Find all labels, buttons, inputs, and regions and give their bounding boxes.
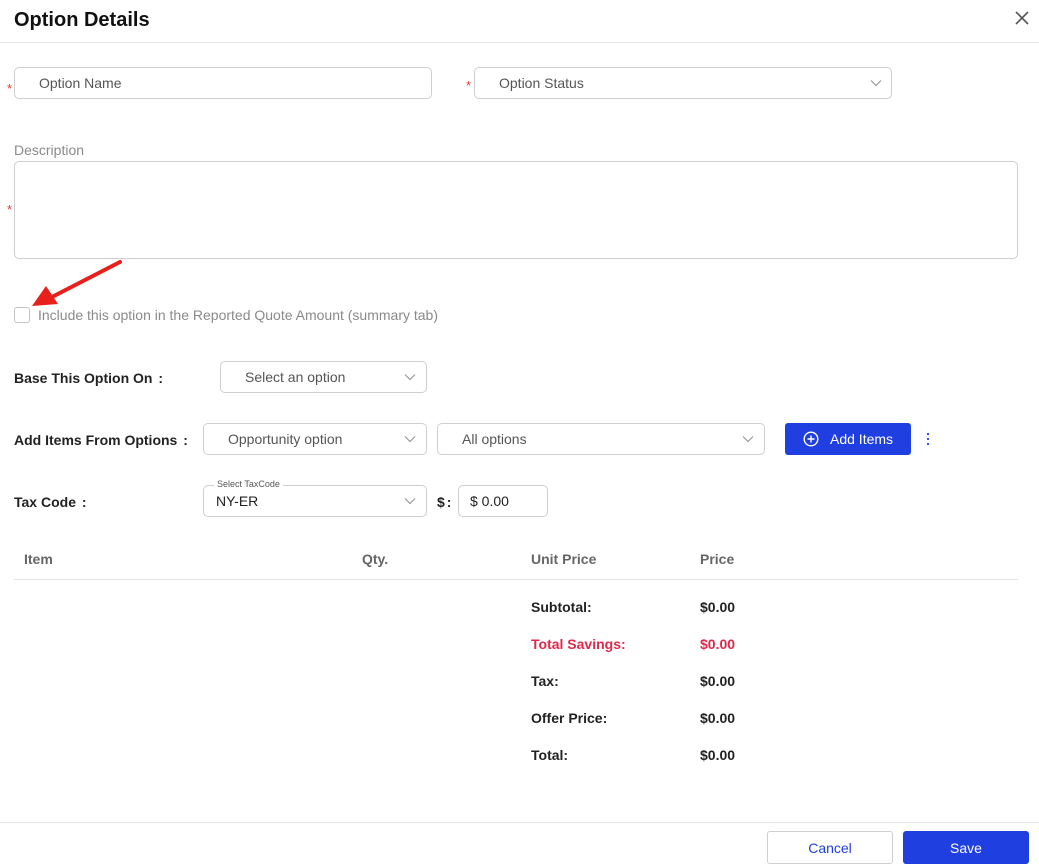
column-header-price: Price xyxy=(700,551,735,567)
column-header-item: Item xyxy=(24,551,53,567)
dialog-header: Option Details xyxy=(0,0,1039,43)
item-filter-value: All options xyxy=(462,431,527,447)
chevron-down-icon xyxy=(404,374,416,381)
required-mark: * xyxy=(7,81,13,96)
total-value: $0.00 xyxy=(700,747,736,763)
more-options-icon[interactable] xyxy=(924,432,932,446)
chevron-down-icon xyxy=(404,498,416,505)
tax-amount-value: $ 0.00 xyxy=(470,493,509,509)
offer-price-label: Offer Price: xyxy=(531,710,608,726)
description-textarea[interactable] xyxy=(14,161,1018,259)
item-source-value: Opportunity option xyxy=(228,431,343,447)
total-savings-label: Total Savings: xyxy=(531,636,626,652)
chevron-down-icon xyxy=(404,436,416,443)
tax-dollar-label: $: xyxy=(437,494,452,510)
base-option-select[interactable]: Select an option xyxy=(220,361,427,393)
tax-label: Tax: xyxy=(531,673,559,689)
base-option-label: Base This Option On : xyxy=(14,370,164,386)
close-icon[interactable] xyxy=(1012,8,1032,28)
plus-circle-icon xyxy=(803,431,819,447)
add-items-button-label: Add Items xyxy=(830,431,894,447)
add-items-label: Add Items From Options : xyxy=(14,432,188,448)
column-header-qty: Qty. xyxy=(362,551,389,567)
description-label: Description xyxy=(14,142,85,158)
item-source-select[interactable]: Opportunity option xyxy=(203,423,427,455)
subtotal-value: $0.00 xyxy=(700,599,736,615)
column-header-unit-price: Unit Price xyxy=(531,551,597,567)
item-filter-select[interactable]: All options xyxy=(437,423,765,455)
annotation-arrow-icon xyxy=(32,260,122,306)
table-divider xyxy=(14,579,1018,580)
tax-code-value: NY-ER xyxy=(216,493,259,509)
save-button[interactable]: Save xyxy=(903,831,1029,864)
required-mark: * xyxy=(466,78,472,93)
subtotal-label: Subtotal: xyxy=(531,599,592,615)
offer-price-value: $0.00 xyxy=(700,710,736,726)
total-label: Total: xyxy=(531,747,569,763)
cancel-button[interactable]: Cancel xyxy=(767,831,893,864)
tax-code-select[interactable]: Select TaxCode NY-ER xyxy=(203,479,427,517)
chevron-down-icon xyxy=(742,436,754,443)
option-status-placeholder: Option Status xyxy=(499,75,584,91)
option-name-placeholder: Option Name xyxy=(39,75,122,91)
dialog-title: Option Details xyxy=(14,9,150,31)
tax-value: $0.00 xyxy=(700,673,736,689)
tax-amount-input[interactable]: $ 0.00 xyxy=(458,485,548,517)
tax-code-floating-label: Select TaxCode xyxy=(214,479,283,489)
required-mark: * xyxy=(7,202,13,217)
option-status-select[interactable]: Option Status xyxy=(474,67,892,99)
include-option-label: Include this option in the Reported Quot… xyxy=(38,307,438,323)
chevron-down-icon xyxy=(870,80,882,87)
tax-code-label: Tax Code : xyxy=(14,494,87,510)
footer-divider xyxy=(0,822,1039,823)
option-name-input[interactable]: Option Name xyxy=(14,67,432,99)
base-option-placeholder: Select an option xyxy=(245,369,346,385)
include-option-checkbox[interactable] xyxy=(14,307,30,323)
total-savings-value: $0.00 xyxy=(700,636,736,652)
add-items-button[interactable]: Add Items xyxy=(785,423,911,455)
